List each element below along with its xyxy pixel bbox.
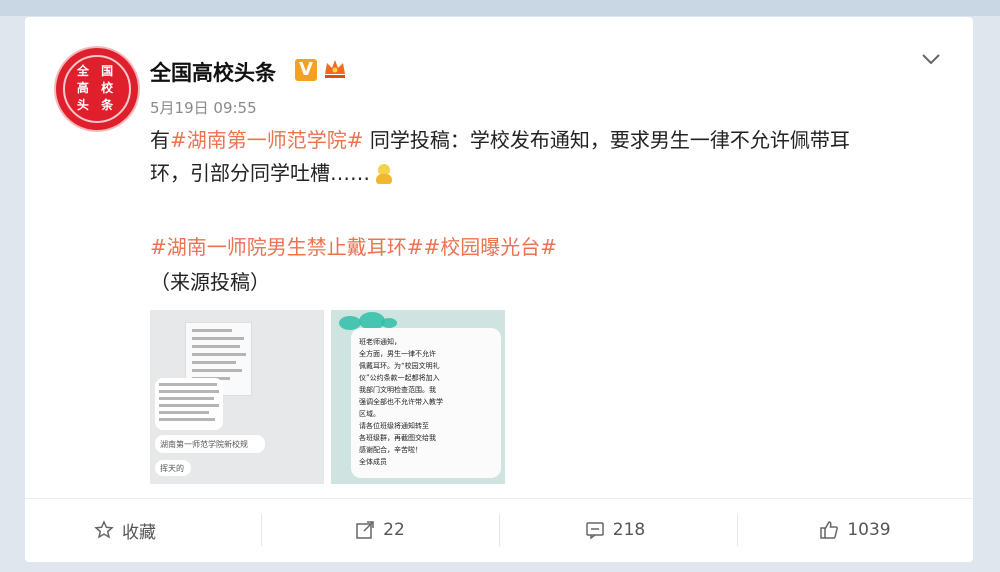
avatar-text: 全 国 高 校 头 条 <box>56 63 138 114</box>
like-button[interactable]: 1039 <box>765 515 945 545</box>
post-text: 同学投稿：学校发布通知，要求男生一律不允许佩带耳 <box>363 128 850 152</box>
comment-count: 218 <box>612 520 646 540</box>
action-bar-divider <box>25 498 973 499</box>
note-line: 仪”公约条款一起都将加入 <box>359 374 440 382</box>
avatar-text-line: 高 校 <box>76 81 118 95</box>
note-line: 我部门文明检查范围。我 <box>359 386 436 394</box>
source-note: （来源投稿） <box>150 270 270 294</box>
repost-count: 22 <box>383 520 405 540</box>
note-line: 班老师通知， <box>359 338 401 346</box>
note-line: 全体成员 <box>359 458 387 466</box>
chat-caption: 湖南第一师范学院新校规 <box>160 440 248 449</box>
repost-button[interactable]: 22 <box>290 515 470 545</box>
post-text-prefix: 有 <box>150 128 170 152</box>
hashtag-links[interactable]: #湖南一师院男生禁止戴耳环##校园曝光台# <box>150 232 557 262</box>
comment-icon <box>586 522 604 540</box>
action-separator <box>499 514 500 546</box>
avatar[interactable]: 全 国 高 校 头 条 <box>56 48 138 130</box>
like-count: 1039 <box>847 520 891 540</box>
chat-bubble: 湖南第一师范学院新校规 <box>155 435 265 453</box>
username[interactable]: 全国高校头条 <box>150 57 276 87</box>
post-text-line-1: 有#湖南第一师范学院# 同学投稿：学校发布通知，要求男生一律不允许佩带耳 <box>150 125 850 155</box>
handwritten-note: 班老师通知， 全方面，男生一律不允许 佩戴耳环。为“校园文明礼 仪”公约条款一起… <box>351 328 501 478</box>
star-icon <box>94 520 114 539</box>
like-icon <box>820 521 839 539</box>
handwritten-note-text: 班老师通知， 全方面，男生一律不允许 佩戴耳环。为“校园文明礼 仪”公约条款一起… <box>359 336 495 468</box>
weibo-post-card: 全 国 高 校 头 条 全国高校头条 V 5月19日 09:55 有#湖南第一师… <box>25 17 973 562</box>
chat-bubble: 挥天的 <box>155 460 191 476</box>
note-line: 请各位班级将通知转至 <box>359 422 429 430</box>
comment-button[interactable]: 218 <box>525 515 705 545</box>
avatar-text-line: 全 国 <box>76 64 118 78</box>
favorite-button[interactable]: 收藏 <box>35 515 215 545</box>
post-timestamp[interactable]: 5月19日 09:55 <box>150 97 257 118</box>
note-line: 强调全部也不允许带入教学 <box>359 398 443 406</box>
action-separator <box>737 514 738 546</box>
note-line: 区域。 <box>359 410 380 418</box>
post-text: 环，引部分同学吐槽…… <box>150 161 370 185</box>
post-text-line-2: 环，引部分同学吐槽…… <box>150 158 394 188</box>
favorite-label: 收藏 <box>122 522 156 543</box>
avatar-text-line: 头 条 <box>76 98 118 112</box>
verified-badge-icon: V <box>295 59 317 81</box>
note-line: 各班级群，再截图交给我 <box>359 434 436 442</box>
hashtag-link[interactable]: #湖南第一师范学院# <box>170 128 364 152</box>
post-image-2[interactable]: 班老师通知， 全方面，男生一律不允许 佩戴耳环。为“校园文明礼 仪”公约条款一起… <box>331 310 505 484</box>
note-line: 感谢配合，辛苦啦！ <box>359 446 422 454</box>
note-line: 佩戴耳环。为“校园文明礼 <box>359 362 440 370</box>
chat-caption: 挥天的 <box>160 464 184 473</box>
share-icon <box>356 521 374 539</box>
top-strip <box>0 0 1000 16</box>
post-image-1[interactable]: 湖南第一师范学院新校规 挥天的 <box>150 310 324 484</box>
action-separator <box>261 514 262 546</box>
crown-badge-icon <box>322 55 348 81</box>
chat-bubble <box>155 378 223 430</box>
emoji-icon <box>374 163 394 186</box>
note-line: 全方面，男生一律不允许 <box>359 350 436 358</box>
chevron-down-icon[interactable] <box>921 47 941 71</box>
